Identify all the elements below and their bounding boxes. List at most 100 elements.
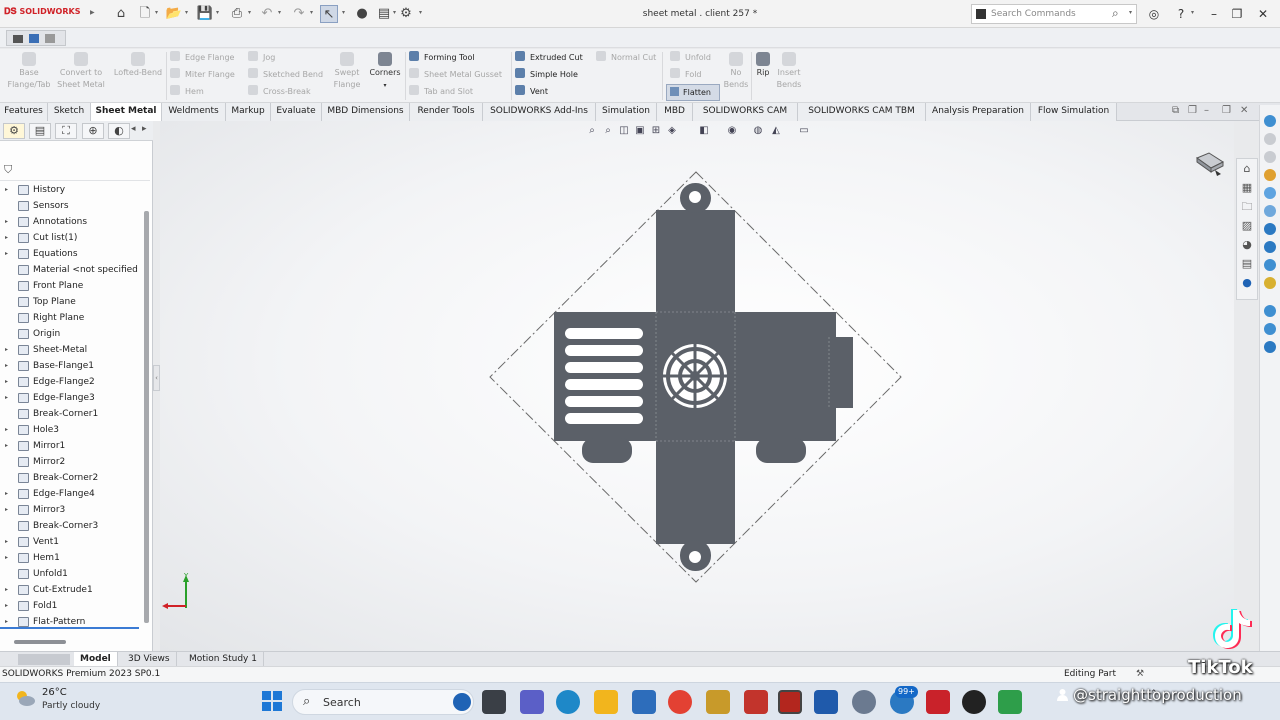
solidworks-forum-icon[interactable]: ● xyxy=(1240,276,1254,290)
rebuild-icon[interactable]: ● xyxy=(353,5,371,23)
tab-mbd[interactable]: MBD xyxy=(657,103,693,121)
utility-app-icon[interactable] xyxy=(998,690,1022,714)
tab-and-slot-button[interactable]: Tab and Slot xyxy=(409,84,473,100)
expand-arrow-icon[interactable]: ▸ xyxy=(5,182,8,198)
sketched-bend-button[interactable]: Sketched Bend xyxy=(248,67,323,83)
simple-hole-button[interactable]: Simple Hole xyxy=(515,67,578,83)
expand-arrow-icon[interactable]: ▸ xyxy=(5,534,8,550)
side-tool-icon[interactable] xyxy=(1264,341,1276,353)
tree-item[interactable]: Unfold1 xyxy=(0,566,148,582)
undo-icon[interactable]: ↶ xyxy=(258,5,276,23)
tree-item[interactable]: ▸ Edge-Flange3 xyxy=(0,390,148,406)
tree-item[interactable]: ▸ Hem1 xyxy=(0,550,148,566)
weather-description[interactable]: Partly cloudy xyxy=(42,701,100,711)
select-arrow-icon[interactable]: ↖ xyxy=(320,5,338,23)
expand-arrow-icon[interactable]: ▸ xyxy=(5,374,8,390)
hide-show-items-icon[interactable]: ◉ xyxy=(726,125,738,137)
configuration-manager-tab-icon[interactable]: ⛶ xyxy=(55,123,77,139)
save-dropdown-icon[interactable]: ▾ xyxy=(216,9,219,16)
tree-item[interactable]: Break-Corner2 xyxy=(0,470,148,486)
side-tool-icon[interactable] xyxy=(1264,223,1276,235)
tree-item[interactable]: ▸ Edge-Flange4 xyxy=(0,486,148,502)
redo-dropdown-icon[interactable]: ▾ xyxy=(310,9,313,16)
tab-render-tools[interactable]: Render Tools xyxy=(410,103,483,121)
expand-arrow-icon[interactable]: ▸ xyxy=(5,438,8,454)
tree-item[interactable]: ▸ Hole3 xyxy=(0,422,148,438)
property-manager-tab-icon[interactable]: ▤ xyxy=(29,123,51,139)
tree-item[interactable]: Front Plane xyxy=(0,278,148,294)
expand-arrow-icon[interactable]: ▸ xyxy=(5,598,8,614)
view-orientation-icon[interactable]: ◈ xyxy=(666,125,678,137)
open-file-icon[interactable]: 📂 xyxy=(165,5,183,23)
solidworks-logo[interactable]: 𝐃𝐒 SOLIDWORKS xyxy=(4,7,80,17)
options-gear-icon[interactable]: ⚙ xyxy=(397,5,415,23)
tree-item[interactable]: ▸ History xyxy=(0,182,148,198)
insert-bends-button[interactable]: Insert Bends xyxy=(774,52,804,91)
acrobat-icon[interactable] xyxy=(926,690,950,714)
tab-motion-study-1[interactable]: Motion Study 1 xyxy=(183,652,264,667)
side-tool-icon[interactable] xyxy=(1264,305,1276,317)
view-palette-icon[interactable]: ▨ xyxy=(1240,219,1254,233)
side-tool-icon[interactable] xyxy=(1264,277,1276,289)
teams-icon[interactable] xyxy=(520,690,544,714)
solidworks-taskbar-icon[interactable] xyxy=(778,690,802,714)
anydesk-icon[interactable] xyxy=(744,690,768,714)
rebuild-status-icon[interactable]: ⚒ xyxy=(1136,667,1144,682)
print-dropdown-icon[interactable]: ▾ xyxy=(248,9,251,16)
help-dropdown-icon[interactable]: ▾ xyxy=(1191,9,1194,16)
expand-arrow-icon[interactable]: ▸ xyxy=(5,342,8,358)
doc-close-icon[interactable]: ✕ xyxy=(1240,105,1248,116)
microsoft-store-icon[interactable] xyxy=(632,690,656,714)
display-manager-tab-icon[interactable]: ◐ xyxy=(108,123,130,139)
quick-tools-group[interactable] xyxy=(6,30,66,46)
tile-icon[interactable]: ⧉ xyxy=(1172,105,1179,116)
tree-vertical-scrollbar[interactable] xyxy=(144,211,149,623)
file-explorer-icon[interactable] xyxy=(594,690,618,714)
side-tool-icon[interactable] xyxy=(1264,151,1276,163)
minimize-button[interactable]: – xyxy=(1203,5,1225,23)
tree-item[interactable]: ▸ Sheet-Metal xyxy=(0,342,148,358)
search-dropdown-icon[interactable]: ▾ xyxy=(1129,9,1132,16)
tree-item[interactable]: ▸ Annotations xyxy=(0,214,148,230)
tree-item[interactable]: ▸ Mirror3 xyxy=(0,502,148,518)
tree-item[interactable]: ▸ Cut list(1) xyxy=(0,230,148,246)
expand-arrow-icon[interactable]: ▸ xyxy=(5,390,8,406)
cross-break-button[interactable]: Cross-Break xyxy=(248,84,311,100)
side-tool-icon[interactable] xyxy=(1264,187,1276,199)
normal-cut-button[interactable]: Normal Cut xyxy=(596,50,656,66)
file-explorer-icon[interactable]: 🗀 xyxy=(1240,200,1254,214)
tree-item[interactable]: Break-Corner1 xyxy=(0,406,148,422)
unfold-button[interactable]: Unfold xyxy=(670,50,711,66)
save-icon[interactable]: 💾 xyxy=(196,5,214,23)
view-cube-icon[interactable] xyxy=(1195,150,1225,180)
convert-to-sheet-metal-button[interactable]: Convert to Sheet Metal xyxy=(55,52,107,91)
undo-dropdown-icon[interactable]: ▾ xyxy=(278,9,281,16)
zoom-to-fit-icon[interactable]: ⌕ xyxy=(586,125,598,137)
tree-item[interactable]: ▸ Cut-Extrude1 xyxy=(0,582,148,598)
tab-markup[interactable]: Markup xyxy=(226,103,271,121)
task-view-icon[interactable] xyxy=(482,690,506,714)
settings-icon[interactable] xyxy=(852,690,876,714)
design-library-icon[interactable]: ▦ xyxy=(1240,181,1254,195)
tab-features[interactable]: Features xyxy=(0,103,48,121)
extruded-cut-button[interactable]: Extruded Cut xyxy=(515,50,583,66)
file-properties-icon[interactable]: ▤ xyxy=(375,5,393,23)
hem-button[interactable]: Hem xyxy=(170,84,204,100)
jog-button[interactable]: Jog xyxy=(248,50,275,66)
user-account-icon[interactable]: ◎ xyxy=(1143,5,1165,23)
display-style-icon[interactable]: ◧ xyxy=(698,125,710,137)
tree-item[interactable]: ▸ Vent1 xyxy=(0,534,148,550)
new-dropdown-icon[interactable]: ▾ xyxy=(155,9,158,16)
search-icon[interactable]: ⌕ xyxy=(1112,6,1119,21)
expand-arrow-icon[interactable]: ▸ xyxy=(5,582,8,598)
expand-arrow-icon[interactable]: ▸ xyxy=(5,486,8,502)
section-view-icon[interactable]: ▣ xyxy=(634,125,646,137)
sheet-metal-gusset-button[interactable]: Sheet Metal Gusset xyxy=(409,67,502,83)
doc-minimize-icon[interactable]: – xyxy=(1204,105,1209,116)
tab-solidworks-cam-tbm[interactable]: SOLIDWORKS CAM TBM xyxy=(798,103,926,121)
archive-app-icon[interactable] xyxy=(706,690,730,714)
expand-arrow-icon[interactable]: ▸ xyxy=(5,422,8,438)
edge-flange-button[interactable]: Edge Flange xyxy=(170,50,234,66)
search-commands-input[interactable]: Search Commands ⌕ xyxy=(971,4,1137,24)
view-settings-icon[interactable]: ▭ xyxy=(798,125,810,137)
